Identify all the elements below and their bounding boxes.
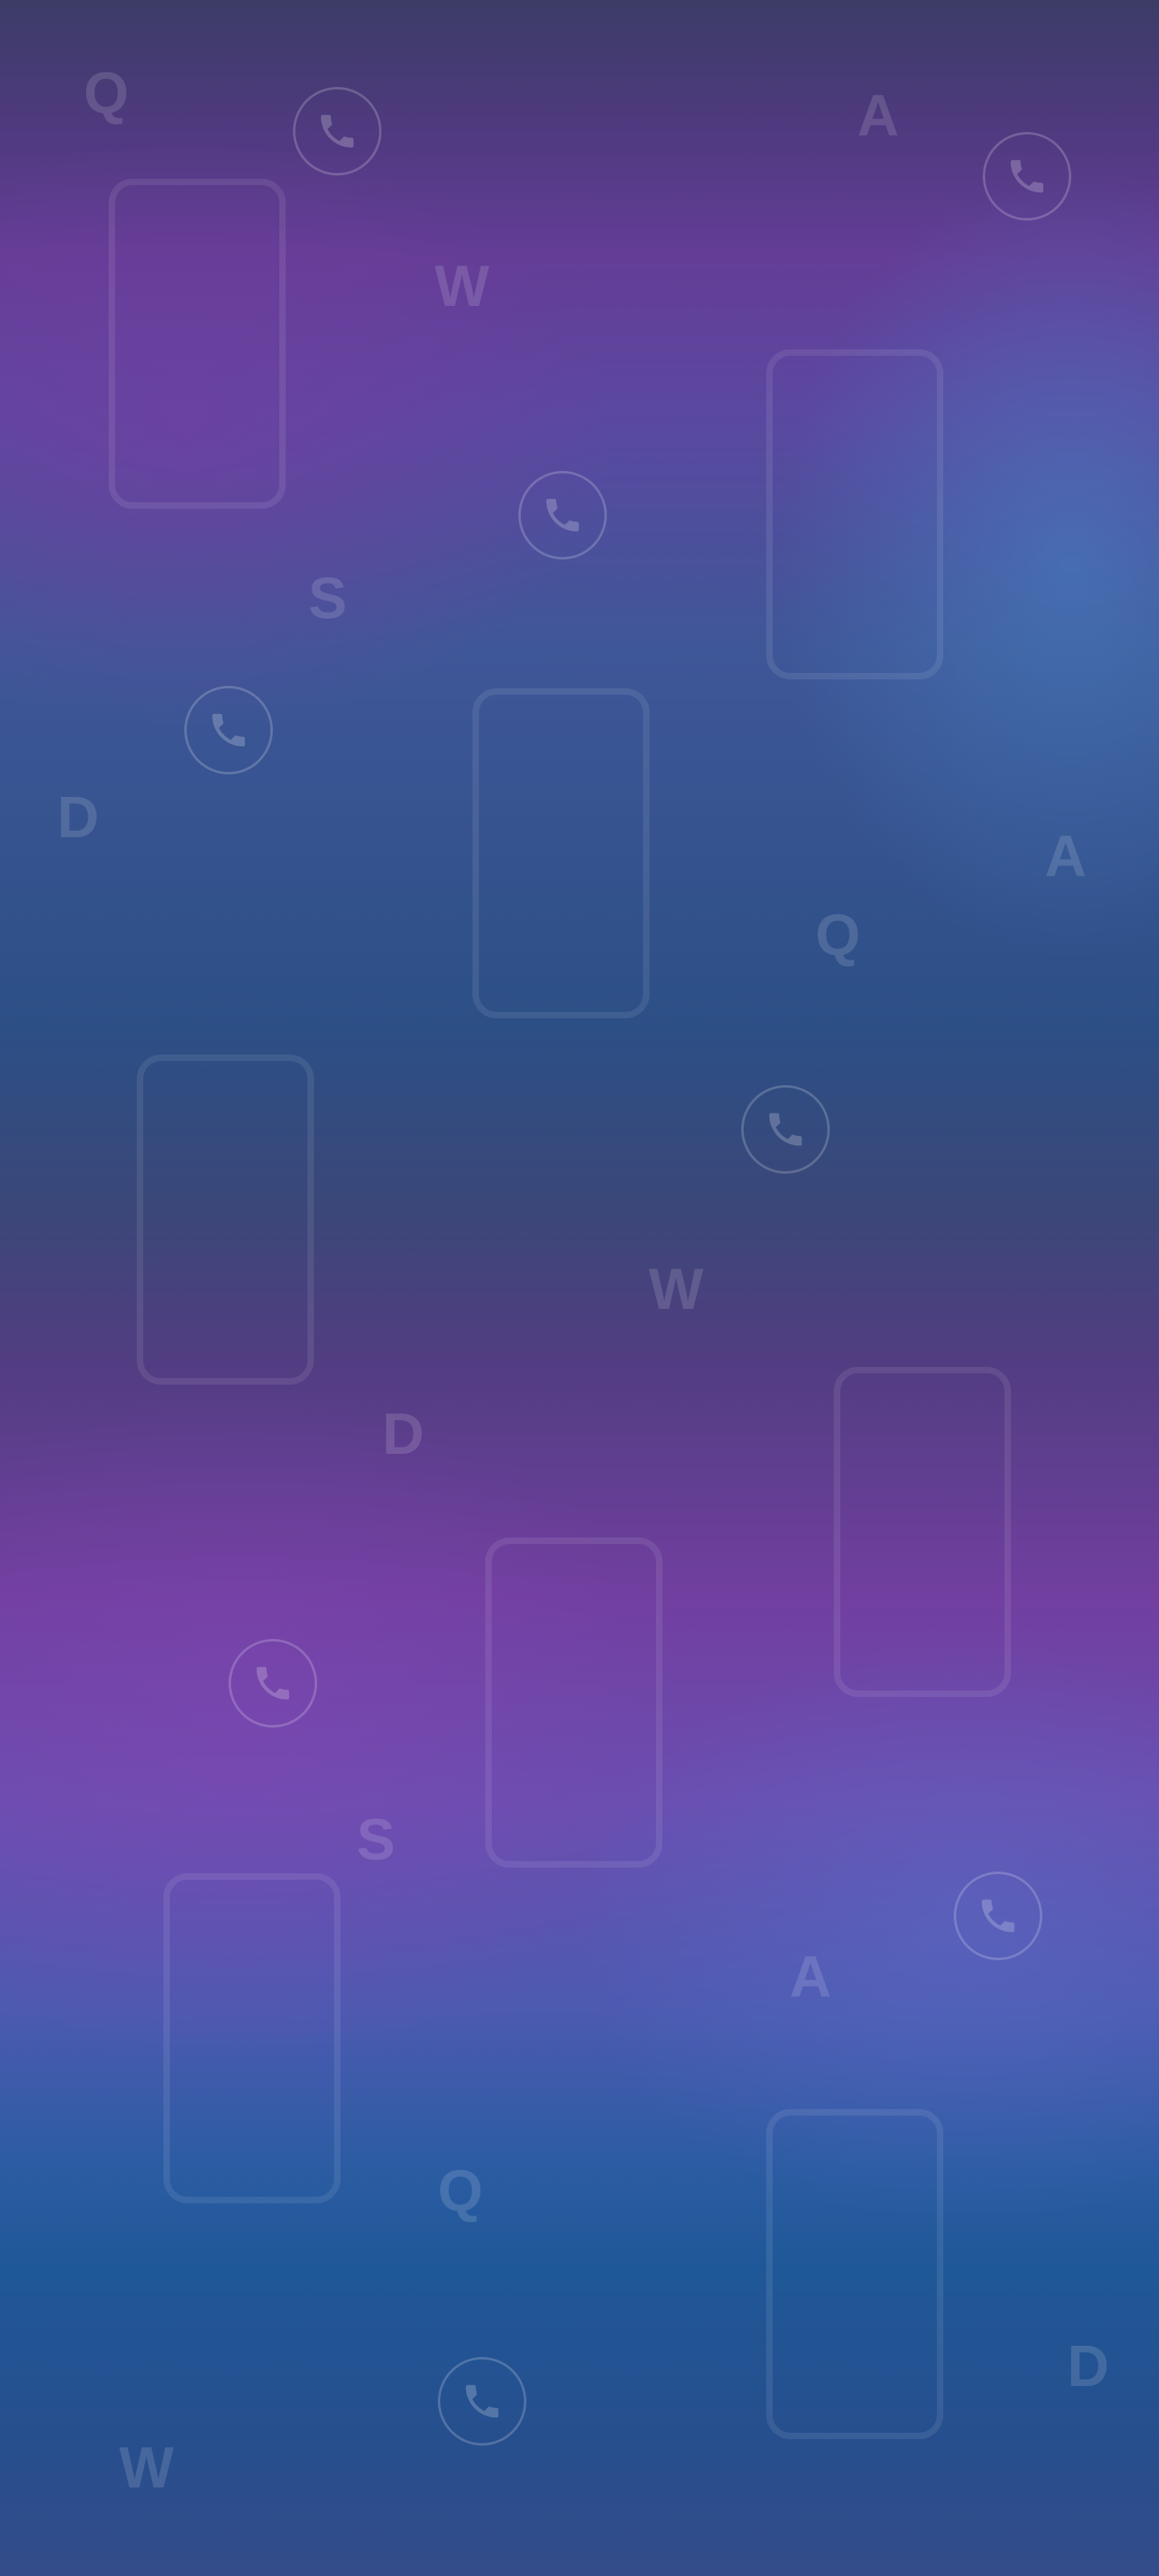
- letter-a-1: A: [857, 84, 899, 148]
- letter-d-2: D: [382, 1402, 424, 1467]
- phone-call-icon: [983, 132, 1071, 221]
- phone-call-icon: [184, 686, 273, 774]
- letter-s-1: S: [308, 567, 348, 631]
- phone-outline-icon: [163, 1873, 340, 2203]
- phone-outline-icon: [766, 349, 943, 679]
- phone-outline-icon: [472, 688, 650, 1018]
- phone-outline-icon: [485, 1538, 662, 1868]
- letter-w-3: W: [119, 2436, 174, 2500]
- phone-call-icon: [518, 471, 607, 559]
- letter-w-2: W: [649, 1257, 703, 1322]
- phone-call-icon: [293, 87, 382, 175]
- phone-outline-icon: [766, 2109, 943, 2439]
- phone-call-icon: [954, 1872, 1042, 1960]
- phone-outline-icon: [137, 1055, 314, 1385]
- letter-q-2: Q: [815, 903, 861, 968]
- letter-a-3: A: [790, 1945, 831, 2009]
- letter-q-1: Q: [84, 61, 130, 126]
- letter-s-2: S: [357, 1808, 396, 1872]
- phone-call-icon: [229, 1639, 317, 1728]
- letter-d-3: D: [1067, 2334, 1109, 2399]
- letter-w-1: W: [435, 254, 489, 319]
- letter-q-3: Q: [438, 2159, 484, 2223]
- phone-outline-icon: [109, 179, 286, 509]
- letter-d-1: D: [57, 786, 99, 850]
- phone-call-icon: [438, 2357, 526, 2446]
- phone-outline-icon: [834, 1367, 1011, 1697]
- phone-call-icon: [741, 1085, 830, 1174]
- letter-a-2: A: [1045, 824, 1087, 889]
